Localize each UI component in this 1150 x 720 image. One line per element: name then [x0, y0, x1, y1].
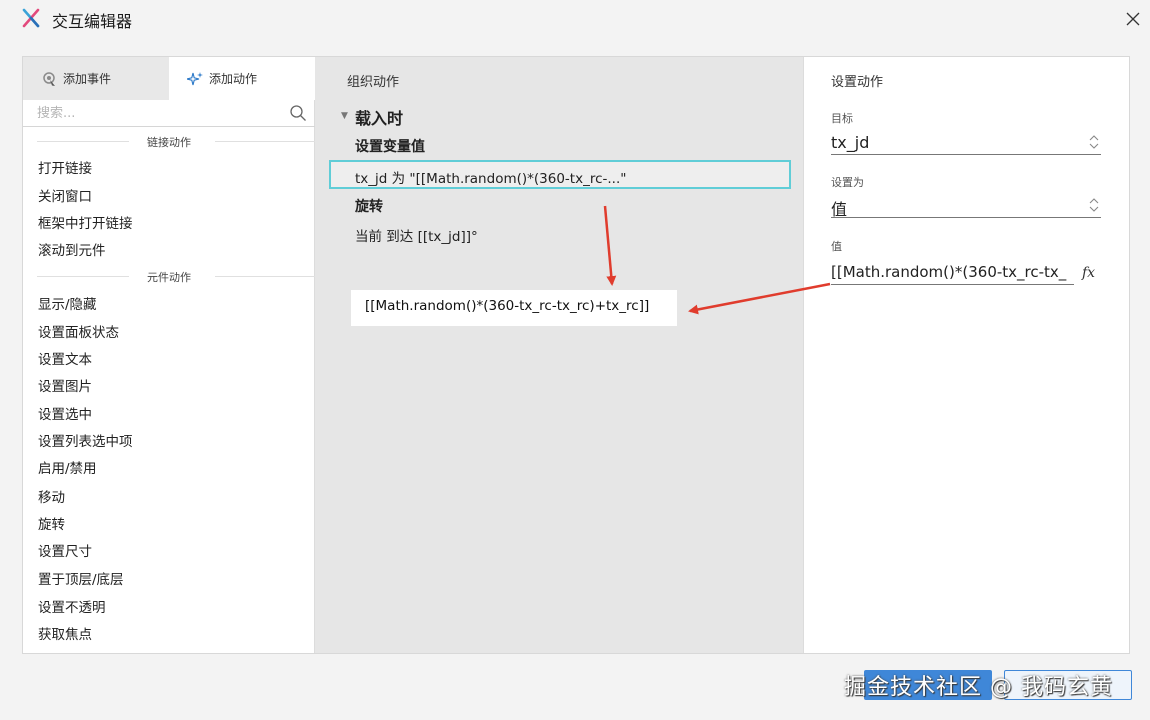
configure-action-panel: 设置动作 目标 tx_jd 设置为 值 值 [[Math.random()*(3…	[803, 57, 1129, 653]
title-bar: 交互编辑器	[0, 0, 1150, 38]
watermark: 掘金技术社区 @ 我码玄黄	[840, 668, 1132, 702]
tab-strip: 添加事件 添加动作	[23, 57, 315, 100]
set-as-label: 设置为	[831, 176, 864, 189]
tab-add-action[interactable]: 添加动作	[169, 57, 315, 100]
set-as-value: 值	[831, 200, 848, 219]
value-input[interactable]: [[Math.random()*(360-tx_rc-tx_	[831, 261, 1074, 285]
target-select[interactable]: tx_jd	[831, 129, 1101, 155]
action-item-open-link[interactable]: 打开链接	[38, 157, 92, 177]
organize-actions-panel: 组织动作 ▼ 载入时 设置变量值 tx_jd 为 "[[Math.random(…	[315, 57, 803, 653]
action-item-set-text[interactable]: 设置文本	[38, 348, 92, 368]
value-label: 值	[831, 240, 842, 253]
rotate-action-row[interactable]: 当前 到达 [[tx_jd]]°	[355, 225, 478, 245]
action-item-focus[interactable]: 获取焦点	[38, 623, 92, 643]
action-item-close-window[interactable]: 关闭窗口	[38, 185, 92, 205]
updown-chevron-icon	[1089, 198, 1099, 212]
target-label: 目标	[831, 112, 853, 125]
action-item-scroll-to-widget[interactable]: 滚动到元件	[38, 239, 106, 259]
group-header-widget-actions: 元件动作	[23, 269, 315, 284]
tab-add-event-label: 添加事件	[63, 72, 112, 86]
case-set-variable[interactable]: 设置变量值	[355, 136, 425, 156]
cursor-gear-icon	[43, 71, 55, 86]
event-on-load[interactable]: 载入时	[355, 105, 403, 129]
case-rotate[interactable]: 旋转	[355, 196, 383, 216]
action-item-enable-disable[interactable]: 启用/禁用	[38, 457, 97, 477]
axure-logo-icon	[22, 8, 40, 28]
action-item-set-image[interactable]: 设置图片	[38, 375, 92, 395]
action-item-move[interactable]: 移动	[38, 486, 65, 506]
tab-add-event[interactable]: 添加事件	[23, 57, 169, 100]
group-header-link-actions: 链接动作	[23, 134, 315, 149]
search-icon[interactable]	[289, 104, 307, 122]
tab-add-action-label: 添加动作	[209, 72, 258, 86]
organize-actions-title: 组织动作	[347, 75, 400, 90]
full-expression-callout: [[Math.random()*(360-tx_rc-tx_rc)+tx_rc]…	[351, 290, 677, 326]
sparkle-icon	[187, 71, 203, 85]
set-as-select[interactable]: 值	[831, 192, 1101, 219]
watermark-text: 掘金技术社区 @ 我码玄黄	[844, 675, 1113, 700]
action-item-set-panel-state[interactable]: 设置面板状态	[38, 321, 119, 341]
interaction-editor-dialog: 添加事件 添加动作 链接动作 打开链接 关闭窗口 框架中打开链接 滚动到元件 元…	[22, 56, 1130, 654]
action-item-set-size[interactable]: 设置尺寸	[38, 540, 92, 560]
search-input[interactable]	[37, 104, 277, 122]
action-item-set-opacity[interactable]: 设置不透明	[38, 596, 106, 616]
close-icon[interactable]	[1124, 10, 1142, 28]
action-item-rotate[interactable]: 旋转	[38, 513, 65, 533]
target-value: tx_jd	[831, 133, 870, 152]
action-item-set-list-selected[interactable]: 设置列表选中项	[38, 430, 133, 450]
action-item-show-hide[interactable]: 显示/隐藏	[38, 293, 97, 313]
action-library-panel: 添加事件 添加动作 链接动作 打开链接 关闭窗口 框架中打开链接 滚动到元件 元…	[23, 57, 315, 653]
window-title: 交互编辑器	[52, 12, 133, 31]
collapse-caret-icon[interactable]: ▼	[341, 111, 348, 121]
updown-chevron-icon	[1089, 135, 1099, 149]
selected-action-row[interactable]: tx_jd 为 "[[Math.random()*(360-tx_rc-..."	[329, 160, 791, 189]
action-item-set-selected[interactable]: 设置选中	[38, 403, 92, 423]
fx-function-icon[interactable]: fx	[1082, 265, 1095, 281]
action-item-open-link-in-frame[interactable]: 框架中打开链接	[38, 212, 133, 232]
configure-action-title: 设置动作	[831, 75, 884, 90]
search-bar	[23, 100, 315, 127]
action-item-bring-front-back[interactable]: 置于顶层/底层	[38, 568, 124, 588]
